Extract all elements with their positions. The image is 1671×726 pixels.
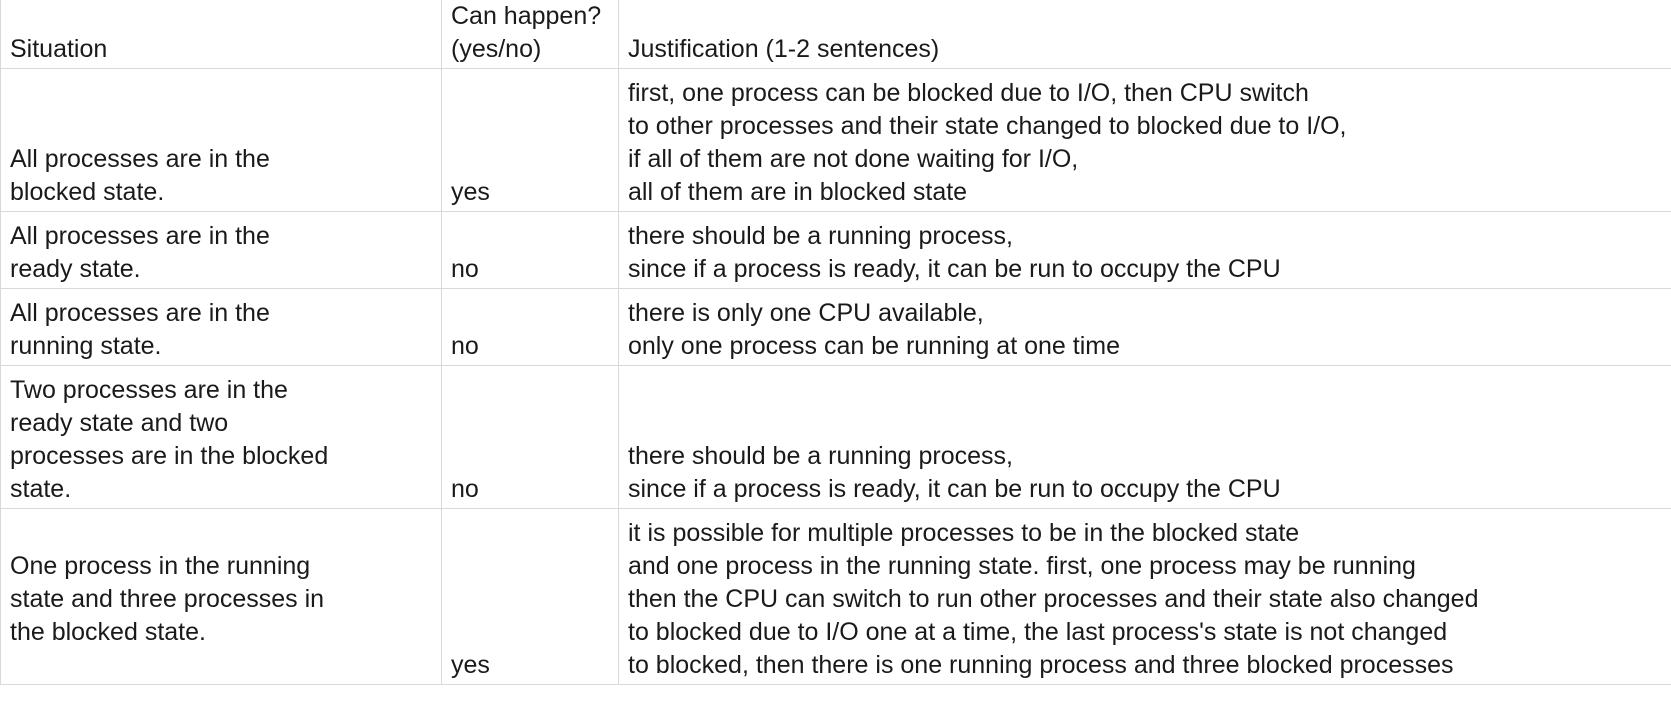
situation-text-line: state. xyxy=(10,475,72,503)
justification-text-line: to blocked, then there is one running pr… xyxy=(628,651,1454,679)
situation-text-line: the blocked state. xyxy=(10,618,206,646)
header-cell-situation[interactable]: Situation xyxy=(0,0,442,69)
justification-text-line: there is only one CPU available, xyxy=(628,299,984,327)
justification-text-line: to blocked due to I/O one at a time, the… xyxy=(628,618,1448,646)
situations-table: Situation Can happen? (yes/no) Justifica… xyxy=(0,0,1671,685)
situation-text-line: blocked state. xyxy=(10,178,165,206)
can-happen-value: no xyxy=(451,255,479,283)
header-can-happen-label: Can happen? xyxy=(451,2,602,30)
header-justification-label: Justification (1-2 sentences) xyxy=(628,35,940,63)
situation-text-line: ready state and two xyxy=(10,409,229,437)
justification-text-line: then the CPU can switch to run other pro… xyxy=(628,585,1479,613)
justification-text-line: since if a process is ready, it can be r… xyxy=(628,255,1281,283)
justification-text-line: there should be a running process, xyxy=(628,222,1013,250)
situation-text-line: All processes are in the xyxy=(10,222,270,250)
can-happen-cell[interactable]: no xyxy=(441,365,619,509)
situation-cell[interactable]: All processes are in the blocked state. xyxy=(0,68,442,212)
justification-text-line: there should be a running process, xyxy=(628,442,1013,470)
table-row: Two processes are in the ready state and… xyxy=(0,365,1671,509)
justification-text-line: to other processes and their state chang… xyxy=(628,112,1347,140)
justification-text-line: only one process can be running at one t… xyxy=(628,332,1120,360)
situation-text-line xyxy=(10,649,435,682)
justification-text-line: first, one process can be blocked due to… xyxy=(628,79,1309,107)
can-happen-value: yes xyxy=(451,651,490,679)
header-cell-can-happen[interactable]: Can happen? (yes/no) xyxy=(441,0,619,69)
can-happen-cell[interactable]: yes xyxy=(441,508,619,685)
situation-cell[interactable]: All processes are in the ready state. xyxy=(0,211,442,289)
justification-cell[interactable]: there should be a running process, since… xyxy=(618,365,1671,509)
table-row: All processes are in the ready state. no… xyxy=(0,211,1671,289)
can-happen-cell[interactable]: no xyxy=(441,288,619,366)
situation-text-line: running state. xyxy=(10,332,162,360)
header-cell-justification[interactable]: Justification (1-2 sentences) xyxy=(618,0,1671,69)
spreadsheet-grid: Situation Can happen? (yes/no) Justifica… xyxy=(0,0,1671,726)
justification-cell[interactable]: there should be a running process, since… xyxy=(618,211,1671,289)
table-row: One process in the running state and thr… xyxy=(0,508,1671,685)
situation-text-line: processes are in the blocked xyxy=(10,442,329,470)
can-happen-value: no xyxy=(451,475,479,503)
can-happen-value: yes xyxy=(451,178,490,206)
situation-text-line: Two processes are in the xyxy=(10,376,288,404)
table-row: All processes are in the blocked state. … xyxy=(0,68,1671,212)
situation-text-line: One process in the running xyxy=(10,552,311,580)
can-happen-cell[interactable]: no xyxy=(441,211,619,289)
justification-text-line: all of them are in blocked state xyxy=(628,178,968,206)
situation-cell[interactable]: All processes are in the running state. xyxy=(0,288,442,366)
situation-cell[interactable]: One process in the running state and thr… xyxy=(0,508,442,685)
justification-text-line: since if a process is ready, it can be r… xyxy=(628,475,1281,503)
header-can-happen-sublabel: (yes/no) xyxy=(451,35,542,63)
justification-cell[interactable]: there is only one CPU available, only on… xyxy=(618,288,1671,366)
situation-text-line: ready state. xyxy=(10,255,141,283)
justification-cell[interactable]: first, one process can be blocked due to… xyxy=(618,68,1671,212)
can-happen-cell[interactable]: yes xyxy=(441,68,619,212)
can-happen-value: no xyxy=(451,332,479,360)
justification-text-line: if all of them are not done waiting for … xyxy=(628,145,1079,173)
situation-text-line: state and three processes in xyxy=(10,585,325,613)
header-row: Situation Can happen? (yes/no) Justifica… xyxy=(0,0,1671,69)
justification-text-line: it is possible for multiple processes to… xyxy=(628,519,1300,547)
table-row: All processes are in the running state. … xyxy=(0,288,1671,366)
justification-text-line: and one process in the running state. fi… xyxy=(628,552,1416,580)
situation-cell[interactable]: Two processes are in the ready state and… xyxy=(0,365,442,509)
justification-cell[interactable]: it is possible for multiple processes to… xyxy=(618,508,1671,685)
header-situation-label: Situation xyxy=(10,35,108,63)
situation-text-line: All processes are in the xyxy=(10,145,270,173)
situation-text-line: All processes are in the xyxy=(10,299,270,327)
